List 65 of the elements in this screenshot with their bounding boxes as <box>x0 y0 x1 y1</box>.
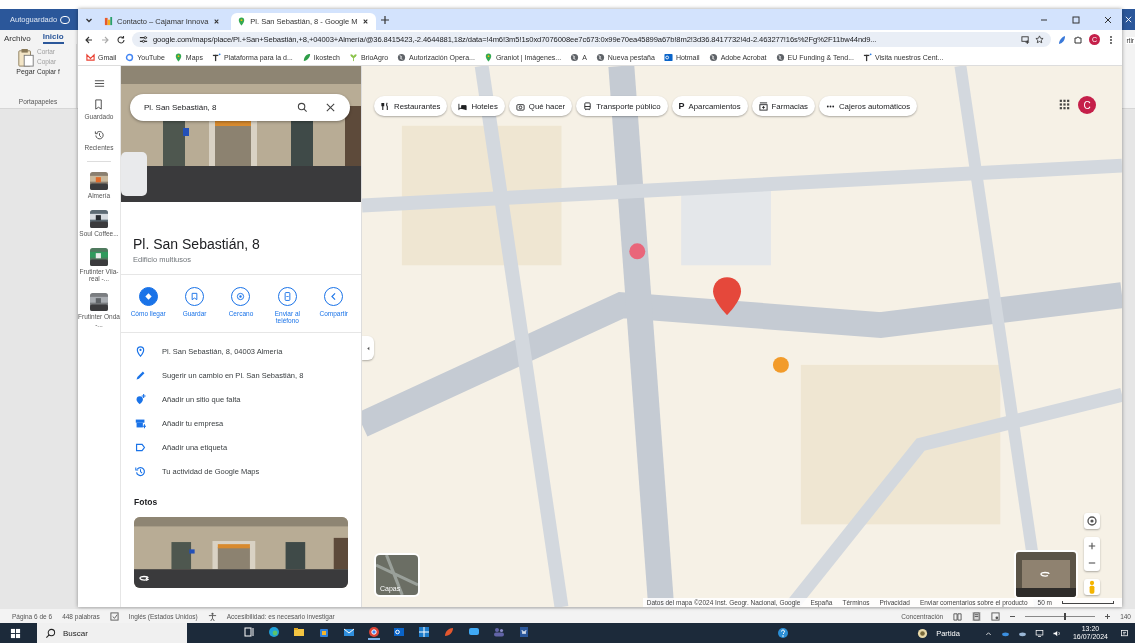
maximize-icon[interactable] <box>1071 14 1081 25</box>
globe-icon <box>595 52 605 62</box>
network-icon[interactable] <box>1034 628 1044 638</box>
sprout-icon <box>348 52 358 62</box>
grid-icon[interactable] <box>418 626 430 638</box>
star-icon[interactable] <box>1035 35 1044 44</box>
history-icon[interactable] <box>93 130 105 141</box>
leaf-icon[interactable] <box>443 626 455 638</box>
map-pin-icon <box>173 52 183 62</box>
swirl-icon[interactable] <box>268 626 280 638</box>
label-icon <box>135 441 146 453</box>
print-layout-icon[interactable] <box>972 611 982 621</box>
menu-icon[interactable] <box>93 78 105 89</box>
pencil-icon <box>135 369 146 381</box>
back-icon[interactable] <box>84 34 94 45</box>
place-title: Pl. San Sebastián, 8 <box>133 236 261 252</box>
ball-icon[interactable] <box>917 627 929 639</box>
add-place-icon <box>135 393 146 405</box>
feather-icon[interactable] <box>1057 34 1067 45</box>
outlook-icon[interactable] <box>393 626 405 638</box>
task-view-icon[interactable] <box>243 626 255 638</box>
ribbon-tab[interactable]: Archivo <box>4 34 31 44</box>
ring-icon <box>125 52 135 62</box>
web-layout-icon[interactable] <box>991 611 1001 621</box>
proofing-icon[interactable] <box>109 611 119 621</box>
accessibility-icon[interactable] <box>207 611 217 621</box>
search-field[interactable]: Buscar <box>37 623 187 643</box>
envelope-icon[interactable] <box>343 626 355 638</box>
read-mode-icon[interactable] <box>953 611 963 621</box>
map-pin-icon <box>237 17 247 26</box>
directions-icon[interactable] <box>138 287 158 306</box>
chat-icon[interactable] <box>468 626 480 638</box>
location-pin-icon <box>135 345 146 357</box>
bag-icon[interactable] <box>318 626 330 638</box>
search-icon[interactable] <box>45 627 56 639</box>
leaf-icon <box>301 52 311 62</box>
extensions-icon[interactable] <box>1073 34 1083 45</box>
map-pin-icon <box>483 52 493 62</box>
folder-icon[interactable] <box>293 626 305 638</box>
bookmark-icon[interactable] <box>93 99 105 110</box>
globe-icon <box>708 52 718 62</box>
globe-icon <box>775 52 785 62</box>
reload-icon[interactable] <box>116 34 126 45</box>
petal-logo-icon <box>104 17 113 26</box>
outlook-icon <box>663 52 673 62</box>
history-icon <box>135 465 146 477</box>
install-app-icon[interactable] <box>1021 35 1030 44</box>
envelope-icon <box>86 52 95 62</box>
clipboard-icon[interactable] <box>16 48 35 68</box>
browser-icon[interactable] <box>368 626 380 640</box>
people-icon[interactable] <box>493 626 505 638</box>
globe-icon <box>570 52 580 62</box>
tee-icon <box>863 52 872 62</box>
notification-icon[interactable] <box>1120 628 1129 638</box>
storefront-icon <box>135 417 146 429</box>
tee-icon <box>211 52 221 62</box>
windows-icon[interactable] <box>10 627 21 639</box>
site-info-icon[interactable] <box>139 35 148 44</box>
zoom-in-icon[interactable] <box>1105 613 1111 619</box>
help-icon[interactable] <box>777 627 790 639</box>
globe-icon <box>397 52 407 62</box>
close-icon[interactable] <box>1103 14 1113 25</box>
plus-icon[interactable] <box>380 14 391 25</box>
document-icon[interactable] <box>518 626 530 638</box>
photos-heading: Fotos <box>133 496 159 507</box>
